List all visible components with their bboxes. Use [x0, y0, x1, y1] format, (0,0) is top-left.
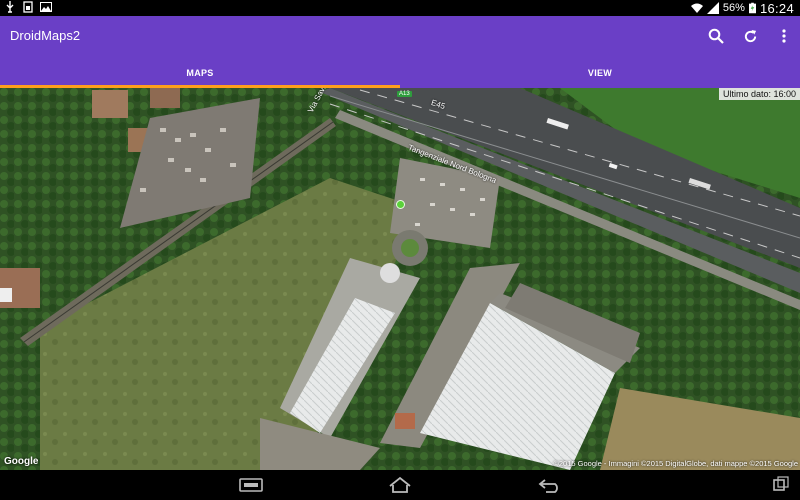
- back-icon: [538, 479, 558, 493]
- tab-bar: MAPS VIEW: [0, 58, 800, 88]
- route-badge: A13: [397, 91, 412, 97]
- app-title: DroidMaps2: [10, 28, 81, 43]
- battery-icon: [748, 2, 756, 14]
- keyboard-icon: [239, 478, 263, 492]
- wifi-icon: [690, 3, 703, 13]
- refresh-icon: [744, 29, 756, 42]
- status-bar: 56% 16:24: [0, 0, 800, 16]
- refresh-button[interactable]: [740, 24, 760, 48]
- navigation-bar: [0, 470, 800, 500]
- tab-maps[interactable]: MAPS: [0, 58, 400, 88]
- battery-percent: 56%: [722, 2, 745, 14]
- image-icon: [40, 2, 52, 12]
- app-bar: DroidMaps2: [0, 16, 800, 58]
- search-icon: [708, 28, 724, 44]
- tab-maps-label: MAPS: [186, 68, 214, 78]
- tab-view[interactable]: VIEW: [400, 58, 800, 88]
- home-icon: [389, 476, 411, 493]
- google-logo[interactable]: Google: [4, 456, 38, 467]
- more-vert-icon: [782, 29, 786, 43]
- satellite-imagery: [0, 88, 800, 470]
- usb-icon: [6, 1, 14, 13]
- app-actions: [706, 24, 794, 48]
- signal-icon: [706, 2, 719, 14]
- satellite-map[interactable]: A13 Via Savioli E45 Tangenziale Nord Bol…: [0, 88, 800, 470]
- system-status: 56% 16:24: [690, 0, 794, 16]
- recents-icon: [773, 476, 789, 491]
- home-button[interactable]: [387, 476, 413, 494]
- map-attribution: ©2015 Google - Immagini ©2015 DigitalGlo…: [553, 459, 798, 468]
- clock: 16:24: [759, 0, 794, 16]
- recents-button[interactable]: [769, 476, 795, 494]
- tab-view-label: VIEW: [587, 68, 613, 78]
- overflow-menu-button[interactable]: [774, 24, 794, 48]
- keyboard-button[interactable]: [238, 476, 264, 494]
- notification-icons: [4, 1, 52, 13]
- search-button[interactable]: [706, 24, 726, 48]
- last-update-badge: Ultimo dato: 16:00: [718, 88, 800, 100]
- sim-icon: [23, 1, 33, 13]
- back-button[interactable]: [537, 476, 563, 494]
- current-location-marker[interactable]: [396, 200, 405, 209]
